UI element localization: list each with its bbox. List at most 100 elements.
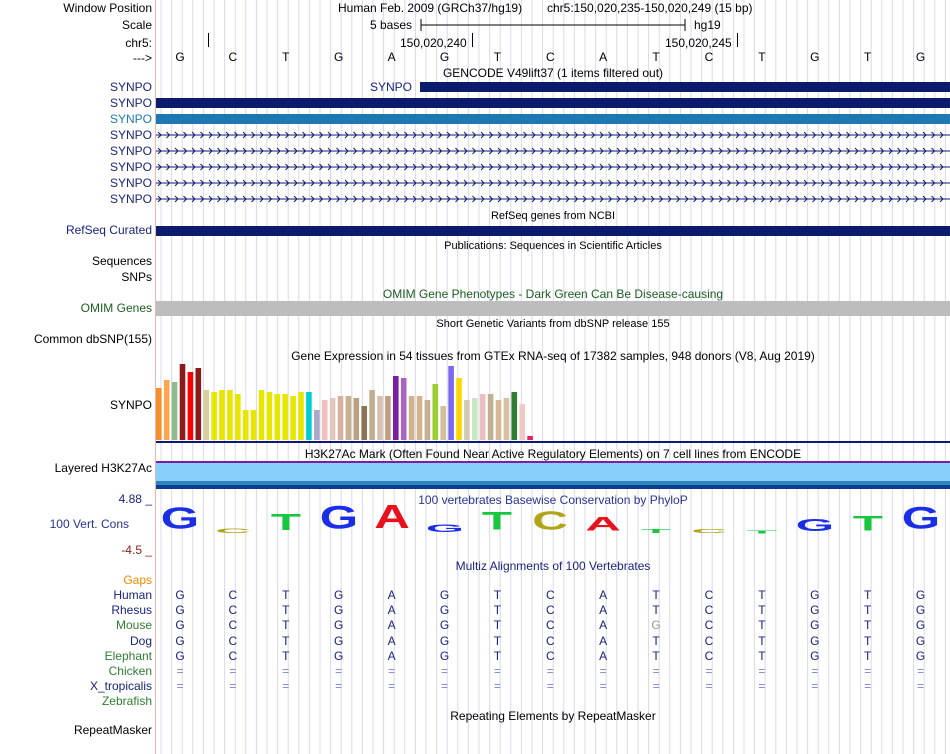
gencode-transcript-bar-selected[interactable] — [156, 114, 950, 124]
alignment-base: G — [915, 588, 926, 602]
species-label[interactable]: Dog — [130, 634, 152, 648]
alignment-base: A — [387, 648, 396, 663]
alignment-base: G — [334, 618, 344, 633]
alignment-base: = — [546, 664, 554, 678]
species-label[interactable]: X_tropicalis — [90, 679, 152, 693]
gtex-bar-chart[interactable] — [156, 360, 950, 444]
gtex-tissue-bar — [203, 390, 209, 440]
alignment-base: = — [652, 679, 660, 694]
gencode-transcript-label[interactable]: SYNPO — [110, 144, 152, 158]
gtex-tissue-bar — [314, 410, 320, 440]
h3k27ac-signal[interactable] — [156, 463, 950, 481]
alignment-base: G — [334, 633, 344, 648]
gencode-transcript-label[interactable]: SYNPO — [110, 176, 152, 190]
omim-title[interactable]: OMIM Gene Phenotypes - Dark Green Can Be… — [156, 287, 950, 301]
alignment-base: = — [335, 664, 343, 678]
alignment-base: C — [228, 618, 238, 633]
gtex-tissue-bar — [345, 396, 352, 440]
alignment-base: = — [493, 664, 501, 678]
alignment-base: C — [545, 633, 555, 648]
cons-track-label[interactable]: 100 Vert. Cons — [50, 517, 129, 531]
species-label[interactable]: Chicken — [109, 664, 152, 678]
alignment-base: G — [334, 603, 344, 618]
gtex-tissue-bar — [235, 394, 241, 440]
alignment-base: C — [545, 648, 555, 663]
alignment-base: T — [493, 648, 502, 663]
repeatmasker-title[interactable]: Repeating Elements by RepeatMasker — [156, 709, 950, 723]
h3k27ac-label[interactable]: Layered H3K27Ac — [55, 461, 152, 475]
species-label[interactable]: Rhesus — [111, 603, 152, 617]
alignment-base: A — [599, 648, 608, 663]
reference-base: C — [228, 50, 238, 64]
gencode-transcript-label[interactable]: SYNPO — [110, 112, 152, 126]
species-label[interactable]: Human — [113, 588, 152, 602]
gencode-transcript-label[interactable]: SYNPO — [110, 128, 152, 142]
gencode-transcript-label[interactable]: SYNPO — [110, 160, 152, 174]
gtex-tissue-bar — [306, 392, 312, 440]
sequences-label[interactable]: Sequences — [92, 254, 152, 268]
gtex-tissue-bar — [408, 396, 415, 440]
gtex-synpo-label[interactable]: SYNPO — [110, 398, 152, 412]
alignment-base: A — [387, 588, 396, 602]
alignment-base: = — [758, 679, 766, 694]
alignment-base: A — [387, 603, 396, 618]
alignment-base: C — [545, 618, 555, 633]
gencode-transcript-bar[interactable] — [156, 98, 950, 108]
common-dbsnp-label[interactable]: Common dbSNP(155) — [34, 332, 152, 346]
alignment-base: C — [704, 633, 714, 648]
gtex-tissue-bar — [361, 406, 367, 440]
omim-genes-label[interactable]: OMIM Genes — [81, 301, 152, 315]
alignment-base: G — [439, 588, 450, 602]
alignment-base: T — [652, 633, 660, 648]
snps-label[interactable]: SNPs — [121, 270, 152, 284]
species-label[interactable]: Mouse — [116, 618, 152, 632]
repeatmasker-label[interactable]: RepeatMasker — [74, 723, 152, 737]
strand-arrow-label[interactable]: ---> — [133, 51, 152, 65]
gaps-label[interactable]: Gaps — [123, 573, 152, 587]
phylop-title[interactable]: 100 vertebrates Basewise Conservation by… — [156, 493, 950, 507]
species-label[interactable]: Zebrafish — [102, 694, 152, 708]
gtex-tissue-bar — [163, 380, 170, 440]
alignment-base: T — [864, 603, 872, 618]
refseq-title[interactable]: RefSeq genes from NCBI — [156, 210, 950, 222]
gtex-tissue-bar — [424, 400, 431, 440]
alignment-base: G — [915, 633, 926, 648]
gtex-tissue-bar — [416, 396, 423, 440]
gtex-tissue-bar — [432, 384, 439, 440]
gtex-tissue-bar — [503, 398, 510, 440]
publications-title[interactable]: Publications: Sequences in Scientific Ar… — [156, 240, 950, 252]
gencode-transcript-label[interactable]: SYNPO — [110, 96, 152, 110]
gtex-tissue-bar — [448, 366, 454, 440]
alignment-base: = — [388, 664, 396, 678]
gencode-title[interactable]: GENCODE V49lift37 (1 items filtered out) — [156, 66, 950, 80]
alignment-base: = — [864, 664, 872, 678]
h3k27ac-title[interactable]: H3K27Ac Mark (Often Found Near Active Re… — [156, 447, 950, 461]
gencode-gene-label[interactable]: SYNPO — [370, 80, 412, 94]
dbsnp-title[interactable]: Short Genetic Variants from dbSNP releas… — [156, 318, 950, 330]
gencode-intron-lines[interactable] — [156, 128, 950, 208]
alignment-base: = — [229, 679, 237, 694]
gencode-gene-bar[interactable] — [420, 82, 950, 92]
alignment-base: G — [810, 603, 820, 618]
alignment-base: G — [651, 618, 661, 633]
omim-gene-bar[interactable] — [156, 301, 950, 316]
species-label[interactable]: Elephant — [105, 649, 152, 663]
chrom-label: chr5: — [125, 36, 152, 50]
alignment-base: = — [758, 664, 766, 678]
gtex-tissue-bar — [495, 400, 502, 440]
cons-min-label: -4.5 _ — [121, 543, 152, 557]
alignment-base: G — [915, 648, 926, 663]
scale-bar — [420, 19, 686, 31]
refseq-curated-label[interactable]: RefSeq Curated — [66, 223, 152, 237]
alignment-base: T — [652, 603, 660, 618]
alignment-base: = — [864, 679, 872, 694]
coord-label-a: 150,020,240 — [400, 36, 467, 50]
coord-tick — [472, 33, 473, 47]
gtex-tissue-bar — [211, 392, 217, 440]
multiz-title[interactable]: Multiz Alignments of 100 Vertebrates — [156, 559, 950, 573]
gencode-synpo-label[interactable]: SYNPO — [110, 80, 152, 94]
track-area[interactable]: Human Feb. 2009 (GRCh37/hg19) chr5:150,0… — [156, 0, 950, 754]
reference-base: T — [282, 50, 290, 64]
gencode-transcript-label[interactable]: SYNPO — [110, 192, 152, 206]
refseq-gene-bar[interactable] — [156, 226, 950, 236]
